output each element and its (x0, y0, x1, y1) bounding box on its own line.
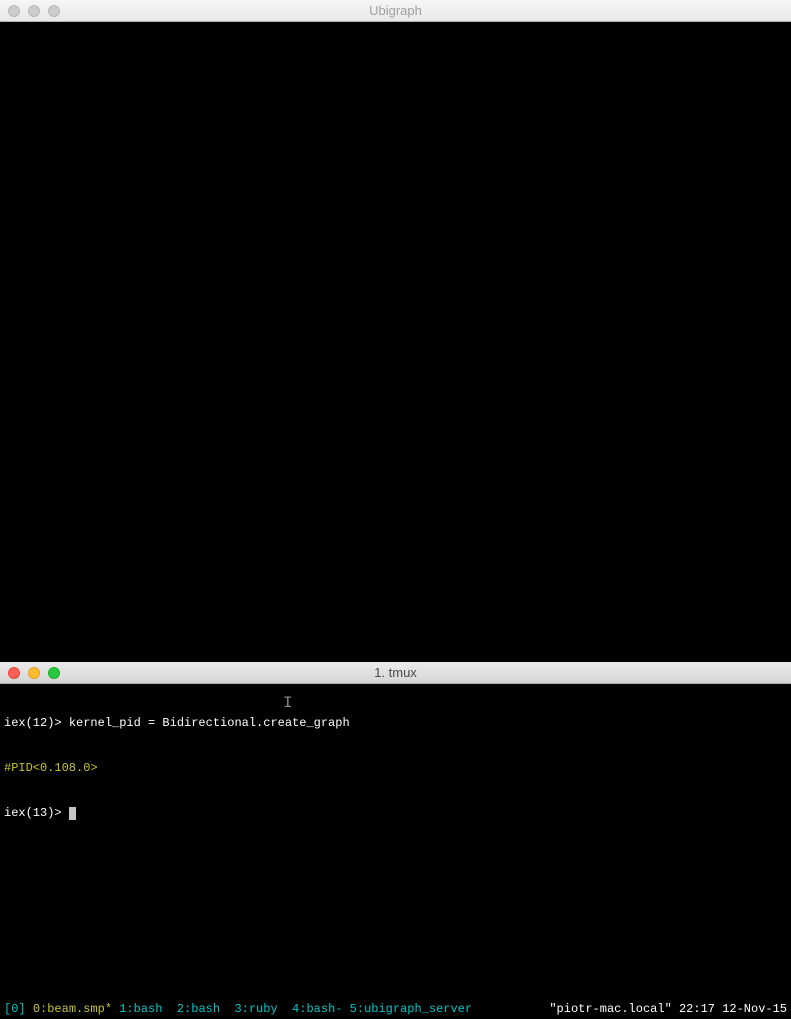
terminal-line-3: iex(13)> (4, 806, 787, 821)
terminal-content[interactable]: iex(12)> kernel_pid = Bidirectional.crea… (0, 684, 791, 1019)
tmux-status-left: [0] 0:beam.smp* 1:bash 2:bash 3:ruby 4:b… (4, 1002, 472, 1017)
iex-command: kernel_pid = Bidirectional.create_graph (69, 716, 350, 730)
traffic-lights-tmux (8, 667, 60, 679)
maximize-button[interactable] (48, 667, 60, 679)
traffic-lights-ubigraph (8, 5, 60, 17)
window-title-ubigraph: Ubigraph (369, 3, 422, 18)
terminal-line-1: iex(12)> kernel_pid = Bidirectional.crea… (4, 716, 787, 731)
minimize-button-inactive[interactable] (28, 5, 40, 17)
maximize-button-inactive[interactable] (48, 5, 60, 17)
tmux-time: 22:17 (672, 1002, 722, 1016)
minimize-button[interactable] (28, 667, 40, 679)
close-button-inactive[interactable] (8, 5, 20, 17)
tmux-window: 1. tmux iex(12)> kernel_pid = Bidirectio… (0, 662, 791, 1019)
tmux-hostname: "piotr-mac.local" (549, 1002, 671, 1016)
tmux-date: 12-Nov-15 (722, 1002, 787, 1016)
ubigraph-viewport[interactable] (0, 22, 791, 662)
tmux-windows-list[interactable]: 1:bash 2:bash 3:ruby 4:bash- 5:ubigraph_… (112, 1002, 472, 1017)
text-cursor-icon: I (283, 696, 293, 711)
title-bar-ubigraph[interactable]: Ubigraph (0, 0, 791, 22)
close-button[interactable] (8, 667, 20, 679)
terminal-line-2: #PID<0.108.0> (4, 761, 787, 776)
ubigraph-window: Ubigraph (0, 0, 791, 662)
cursor-icon (69, 807, 76, 820)
tmux-active-window[interactable]: 0:beam.smp* (33, 1002, 112, 1017)
iex-prompt-12: iex(12)> (4, 716, 69, 730)
iex-prompt-13: iex(13)> (4, 806, 69, 820)
title-bar-tmux[interactable]: 1. tmux (0, 662, 791, 684)
tmux-status-bar: [0] 0:beam.smp* 1:bash 2:bash 3:ruby 4:b… (0, 1002, 791, 1017)
tmux-status-right: "piotr-mac.local" 22:17 12-Nov-15 (549, 1002, 787, 1017)
tmux-session-id: [0] (4, 1002, 33, 1017)
window-title-tmux: 1. tmux (374, 665, 417, 680)
